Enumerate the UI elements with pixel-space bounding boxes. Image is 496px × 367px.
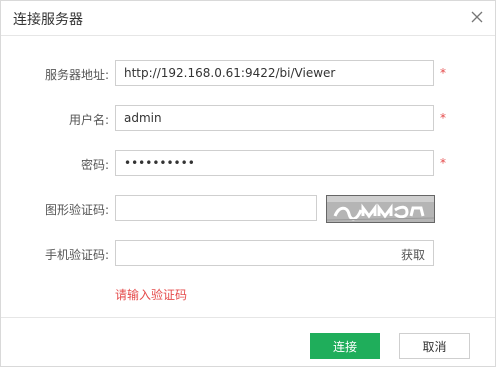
dialog-footer: 连接 取消 (1, 317, 495, 367)
sms-label: 手机验证码: (44, 248, 109, 262)
username-row: 用户名: * (1, 105, 495, 133)
get-code-button[interactable]: 获取 (401, 246, 425, 263)
username-required-mark: * (440, 111, 446, 125)
captcha-row: 图形验证码: (1, 195, 495, 223)
dialog-header: 连接服务器 (1, 1, 495, 36)
password-label: 密码: (80, 158, 109, 172)
cancel-button[interactable]: 取消 (399, 333, 470, 359)
captcha-label: 图形验证码: (44, 203, 109, 217)
password-input-field[interactable] (116, 151, 433, 175)
password-input[interactable] (115, 150, 434, 176)
server-label: 服务器地址: (44, 68, 109, 82)
password-required-mark: * (440, 156, 446, 170)
sms-input-field[interactable] (116, 241, 433, 265)
sms-input[interactable]: 获取 (115, 240, 434, 266)
password-row: 密码: * (1, 150, 495, 178)
username-input-field[interactable] (116, 106, 433, 130)
server-required-mark: * (440, 66, 446, 80)
username-input[interactable] (115, 105, 434, 131)
captcha-input[interactable] (115, 195, 317, 221)
connect-server-dialog: 连接服务器 服务器地址: * 用户名: * 密码: * 图形验证码: (0, 0, 496, 367)
server-row: 服务器地址: * (1, 60, 495, 88)
dialog-title: 连接服务器 (13, 12, 83, 28)
username-label: 用户名: (68, 113, 109, 127)
server-input[interactable] (115, 60, 434, 86)
sms-row: 手机验证码: 获取 (1, 240, 495, 268)
error-message: 请输入验证码 (115, 288, 188, 302)
captcha-input-field[interactable] (116, 196, 316, 220)
captcha-image[interactable] (326, 195, 435, 223)
server-input-field[interactable] (116, 61, 433, 85)
close-icon[interactable] (469, 9, 485, 25)
connect-button[interactable]: 连接 (310, 333, 380, 359)
